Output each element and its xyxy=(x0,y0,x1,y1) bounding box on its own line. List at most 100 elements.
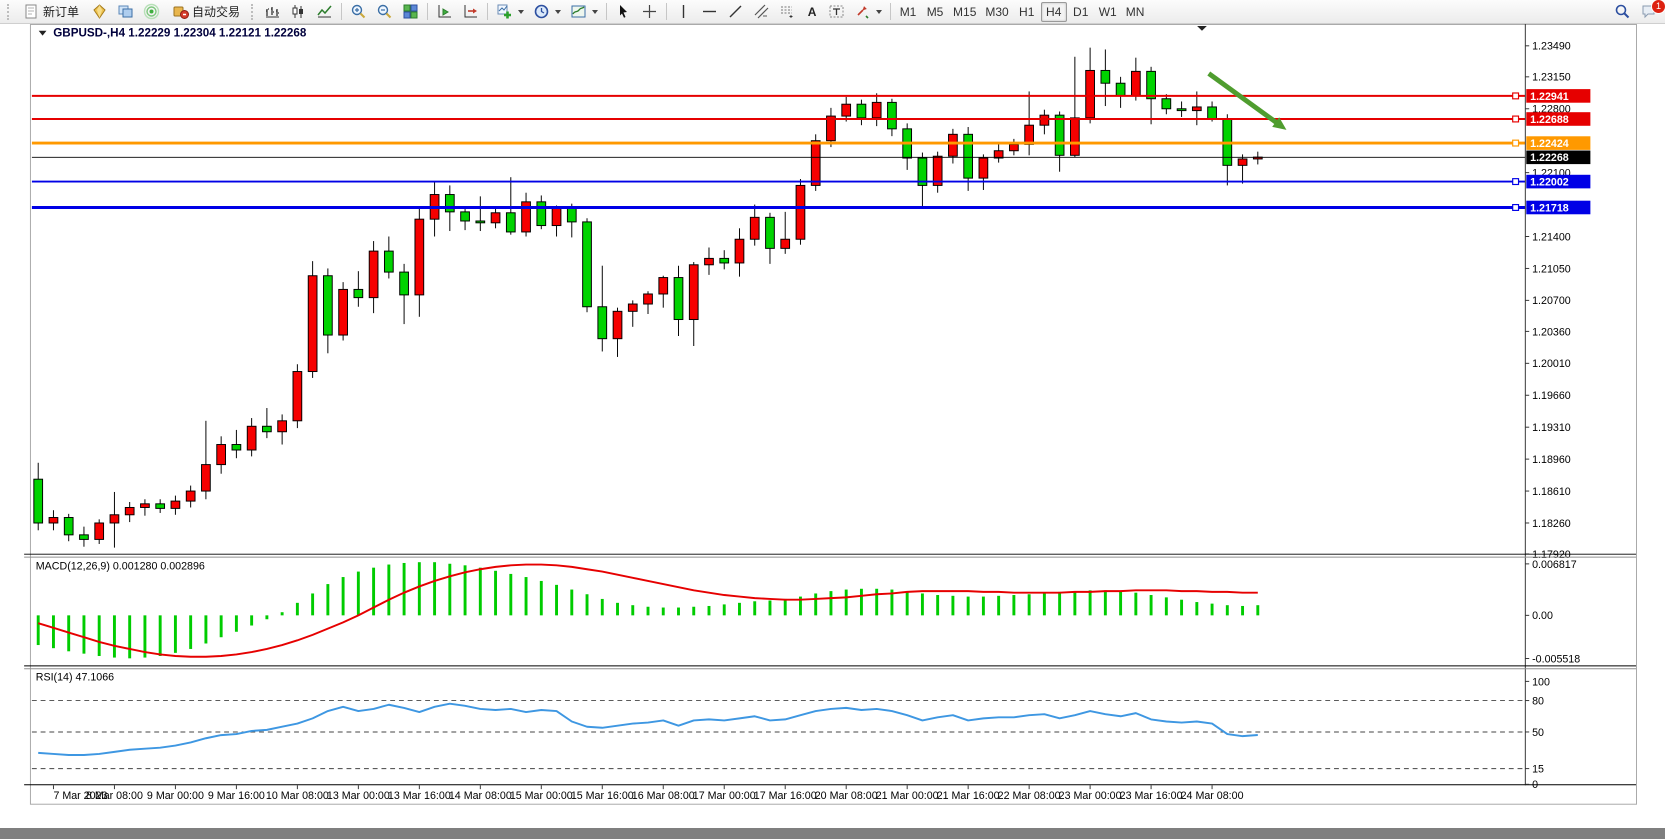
macd-histogram-bar xyxy=(921,593,924,615)
text-tool-button[interactable]: A xyxy=(801,2,823,22)
macd-histogram-bar xyxy=(647,607,650,616)
new-order-button[interactable]: 新订单 xyxy=(16,2,86,22)
candle-body xyxy=(278,421,287,432)
candle-body xyxy=(445,195,454,212)
tile-windows-button[interactable] xyxy=(398,2,423,22)
macd-histogram-bar xyxy=(311,593,314,615)
horizontal-line-tool-button[interactable] xyxy=(697,2,722,22)
time-axis-label: 24 Mar 08:00 xyxy=(1181,790,1244,802)
chart-window[interactable]: GBPUSD-,H4 1.22229 1.22304 1.22121 1.222… xyxy=(0,24,1665,828)
bar-chart-type-button[interactable] xyxy=(260,2,285,22)
timeframe-m15-button[interactable]: M15 xyxy=(949,2,980,22)
indicators-button[interactable] xyxy=(492,2,528,22)
macd-histogram-bar xyxy=(1211,604,1214,616)
candle-body xyxy=(293,372,302,421)
macd-histogram-bar xyxy=(1165,597,1168,615)
macd-histogram-bar xyxy=(1256,605,1259,615)
candle-body xyxy=(1086,70,1095,117)
periods-button[interactable] xyxy=(529,2,565,22)
indicators-dropdown-caret[interactable] xyxy=(518,10,524,14)
timeframe-m1-button[interactable]: M1 xyxy=(895,2,921,22)
chart-shift-button[interactable] xyxy=(458,2,483,22)
toolbar-separator xyxy=(666,3,667,20)
timeframe-mn-button[interactable]: MN xyxy=(1122,2,1149,22)
auto-scroll-button[interactable] xyxy=(432,2,457,22)
hline-handle[interactable] xyxy=(1513,179,1519,185)
macd-histogram-bar xyxy=(265,615,268,619)
periods-dropdown-caret[interactable] xyxy=(555,10,561,14)
time-axis-label: 16 Mar 08:00 xyxy=(632,790,695,802)
arrows-tool-button[interactable] xyxy=(850,2,886,22)
cursor-tool-button[interactable] xyxy=(611,2,636,22)
macd-histogram-bar xyxy=(601,599,604,615)
timeframe-d1-button[interactable]: D1 xyxy=(1068,2,1094,22)
candle-body xyxy=(308,276,317,372)
zoom-out-button[interactable] xyxy=(372,2,397,22)
timeframe-h4-button[interactable]: H4 xyxy=(1041,2,1067,22)
time-axis-label: 8 Mar 08:00 xyxy=(86,790,143,802)
price-tick-label: 1.18260 xyxy=(1532,518,1571,530)
macd-histogram-bar xyxy=(433,562,436,615)
macd-histogram-bar xyxy=(52,615,55,648)
candle-body xyxy=(1010,144,1019,150)
toolbar-separator xyxy=(487,3,488,20)
hline-handle[interactable] xyxy=(1513,140,1519,146)
macd-histogram-bar xyxy=(1180,600,1183,616)
candle-body xyxy=(888,102,897,128)
auto-trading-button[interactable]: 自动交易 xyxy=(165,2,247,22)
toolbar-separator xyxy=(606,3,607,20)
candle-body xyxy=(1055,115,1064,155)
crosshair-tool-button[interactable] xyxy=(637,2,662,22)
candle-body xyxy=(1116,83,1125,96)
price-tick-label: 1.19310 xyxy=(1532,422,1571,434)
macd-histogram-bar xyxy=(1195,602,1198,615)
signals-button[interactable] xyxy=(139,2,164,22)
time-axis-label: 10 Mar 08:00 xyxy=(266,790,329,802)
macd-histogram-bar xyxy=(1073,591,1076,615)
timeframe-m30-button[interactable]: M30 xyxy=(981,2,1012,22)
trendline-tool-button[interactable] xyxy=(723,2,748,22)
channel-tool-button[interactable] xyxy=(749,2,774,22)
candle-body xyxy=(613,311,622,338)
candle-body xyxy=(644,294,653,304)
templates-dropdown-caret[interactable] xyxy=(592,10,598,14)
macd-label: MACD(12,26,9) 0.001280 0.002896 xyxy=(36,561,205,573)
hline-handle[interactable] xyxy=(1513,205,1519,211)
macd-histogram-bar xyxy=(235,615,238,631)
candle-body xyxy=(384,251,393,272)
hline-handle[interactable] xyxy=(1513,93,1519,99)
fibonacci-tool-button[interactable] xyxy=(775,2,800,22)
add-indicator-icon xyxy=(496,3,513,20)
macd-histogram-bar xyxy=(128,615,131,658)
arrows-dropdown-caret[interactable] xyxy=(876,10,882,14)
text-label-tool-button[interactable] xyxy=(824,2,849,22)
macd-histogram-bar xyxy=(677,608,680,616)
macd-histogram-bar xyxy=(631,605,634,615)
candle-body xyxy=(1162,99,1171,109)
timeframe-m5-button[interactable]: M5 xyxy=(922,2,948,22)
auto-scroll-icon xyxy=(436,3,453,20)
templates-button[interactable] xyxy=(566,2,602,22)
timeframe-w1-button[interactable]: W1 xyxy=(1095,2,1121,22)
search-button[interactable] xyxy=(1610,2,1635,22)
timeframe-h1-button[interactable]: H1 xyxy=(1014,2,1040,22)
trendline-icon xyxy=(727,3,744,20)
toolbar: 新订单 xyxy=(0,0,1665,24)
macd-histogram-bar xyxy=(1226,605,1229,615)
candlestick-type-button[interactable] xyxy=(286,2,311,22)
price-tick-label: 1.18610 xyxy=(1532,486,1571,498)
notifications-button[interactable]: 1 xyxy=(1636,2,1661,22)
candle-body xyxy=(263,426,272,431)
macd-axis-label: 0.006817 xyxy=(1532,559,1577,571)
time-axis-label: 14 Mar 08:00 xyxy=(449,790,512,802)
candle-body xyxy=(247,426,256,450)
text-label-icon xyxy=(828,3,845,20)
hline-handle[interactable] xyxy=(1513,116,1519,122)
zoom-in-button[interactable] xyxy=(346,2,371,22)
candle-body xyxy=(796,185,805,239)
line-chart-type-button[interactable] xyxy=(312,2,337,22)
vertical-line-tool-button[interactable] xyxy=(671,2,696,22)
market-watch-button[interactable] xyxy=(87,2,112,22)
navigator-button[interactable] xyxy=(113,2,138,22)
candle-body xyxy=(49,518,58,523)
